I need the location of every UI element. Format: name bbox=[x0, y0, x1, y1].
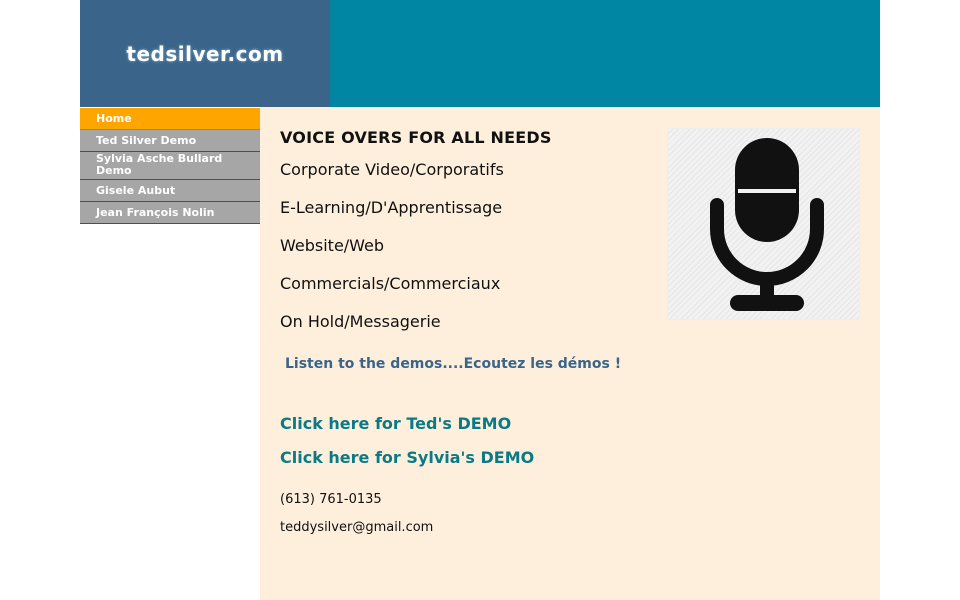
service-item: Corporate Video/Corporatifs bbox=[280, 160, 504, 179]
service-item: Website/Web bbox=[280, 236, 385, 255]
nav-item-home[interactable]: Home bbox=[80, 108, 260, 130]
nav-item-ted-silver-demo[interactable]: Ted Silver Demo bbox=[80, 130, 260, 152]
microphone-image bbox=[667, 128, 860, 320]
microphone-icon bbox=[710, 138, 824, 311]
site-logo-text: tedsilver.com bbox=[126, 41, 284, 66]
header-banner bbox=[330, 0, 880, 107]
page-heading: VOICE OVERS FOR ALL NEEDS bbox=[280, 128, 552, 147]
service-item: Commercials/Commerciaux bbox=[280, 274, 501, 293]
sylvia-demo-link[interactable]: Click here for Sylvia's DEMO bbox=[280, 448, 534, 467]
nav-item-gisele-aubut[interactable]: Gisele Aubut bbox=[80, 180, 260, 202]
page: tedsilver.com Home Ted Silver Demo Sylvi… bbox=[80, 0, 880, 600]
nav-item-jean-francois-nolin[interactable]: Jean François Nolin bbox=[80, 202, 260, 224]
service-item: E-Learning/D'Apprentissage bbox=[280, 198, 503, 217]
phone-number: (613) 761-0135 bbox=[280, 492, 382, 507]
service-item: On Hold/Messagerie bbox=[280, 312, 441, 331]
sidebar-nav: Home Ted Silver Demo Sylvia Asche Bullar… bbox=[80, 108, 260, 224]
main-content: VOICE OVERS FOR ALL NEEDS Corporate Vide… bbox=[260, 107, 880, 600]
email-address[interactable]: teddysilver@gmail.com bbox=[280, 520, 433, 535]
ted-demo-link[interactable]: Click here for Ted's DEMO bbox=[280, 414, 511, 433]
nav-item-sylvia-demo[interactable]: Sylvia Asche Bullard Demo bbox=[80, 152, 260, 180]
listen-demos-link[interactable]: Listen to the demos....Ecoutez les démos… bbox=[285, 356, 621, 372]
header-logo[interactable]: tedsilver.com bbox=[80, 0, 330, 107]
